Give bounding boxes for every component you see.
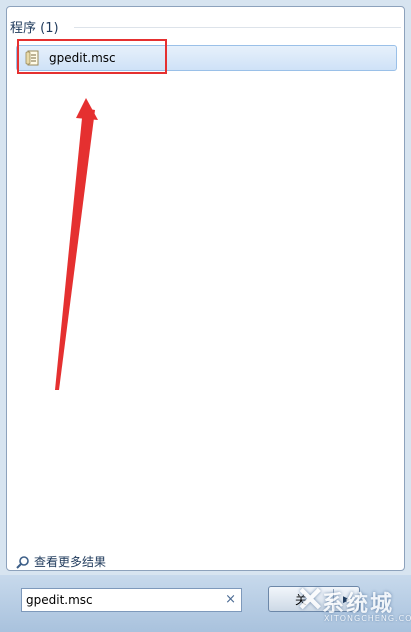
search-input[interactable] [26, 591, 216, 609]
close-icon[interactable]: × [225, 591, 236, 609]
watermark-subtext: XITONGCHENG.COM [324, 614, 411, 623]
search-box[interactable]: × [21, 588, 242, 612]
watermark-glyph: ✕ [296, 580, 325, 620]
search-icon [16, 554, 30, 569]
annotation-arrow [55, 98, 98, 390]
watermark-logo: ✕ 系统城 XITONGCHENG.COM [290, 580, 411, 630]
see-more-results-link[interactable]: 查看更多结果 [16, 552, 106, 570]
see-more-label: 查看更多结果 [34, 554, 107, 569]
